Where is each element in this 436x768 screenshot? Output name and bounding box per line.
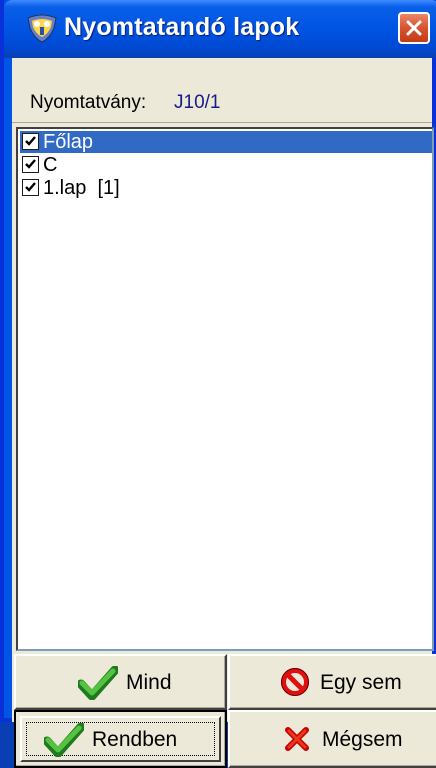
- list-item-1-lap[interactable]: 1.lap [1]: [20, 177, 432, 199]
- ok-button[interactable]: Rendben: [14, 710, 227, 768]
- app-shield-icon: [24, 12, 60, 44]
- checkmark-icon: [25, 159, 36, 169]
- list-item-label: Főlap: [43, 131, 94, 153]
- form-label: Nyomtatvány:: [30, 92, 147, 113]
- checkbox-1-lap[interactable]: [22, 179, 39, 196]
- checkmark-icon: [25, 136, 36, 146]
- dialog-client-area: Nyomtatvány: J10/1 Főlap C 1.lap [1] Min…: [12, 58, 436, 768]
- print-pages-dialog: Nyomtatandó lapok Nyomtatvány: J10/1 Fől…: [0, 0, 436, 768]
- select-none-label: Egy sem: [320, 671, 402, 694]
- checkmark-icon: [42, 722, 86, 762]
- form-info-row: Nyomtatvány: J10/1: [12, 58, 432, 123]
- checkbox-folap[interactable]: [22, 133, 39, 150]
- form-value: J10/1: [174, 92, 221, 113]
- select-none-button[interactable]: Egy sem: [228, 654, 436, 710]
- select-all-button[interactable]: Mind: [14, 654, 227, 710]
- x-cancel-icon: [284, 726, 310, 757]
- checkmark-icon: [25, 182, 36, 192]
- cancel-button[interactable]: Mégsem: [228, 710, 436, 768]
- close-icon: [406, 20, 422, 36]
- checkbox-c[interactable]: [22, 156, 39, 173]
- close-button[interactable]: [398, 12, 430, 44]
- list-item-label: 1.lap [1]: [43, 177, 120, 199]
- list-item-c[interactable]: C: [20, 154, 432, 176]
- pages-listbox[interactable]: Főlap C 1.lap [1]: [16, 127, 434, 651]
- list-item-label: C: [43, 154, 58, 176]
- list-item-folap[interactable]: Főlap: [20, 131, 432, 153]
- checkmark-icon: [76, 665, 120, 705]
- ok-label: Rendben: [92, 728, 178, 751]
- window-title: Nyomtatandó lapok: [64, 13, 300, 41]
- cancel-label: Mégsem: [322, 728, 403, 751]
- title-bar[interactable]: Nyomtatandó lapok: [4, 0, 436, 58]
- no-entry-icon: [280, 667, 310, 702]
- select-all-label: Mind: [126, 671, 172, 694]
